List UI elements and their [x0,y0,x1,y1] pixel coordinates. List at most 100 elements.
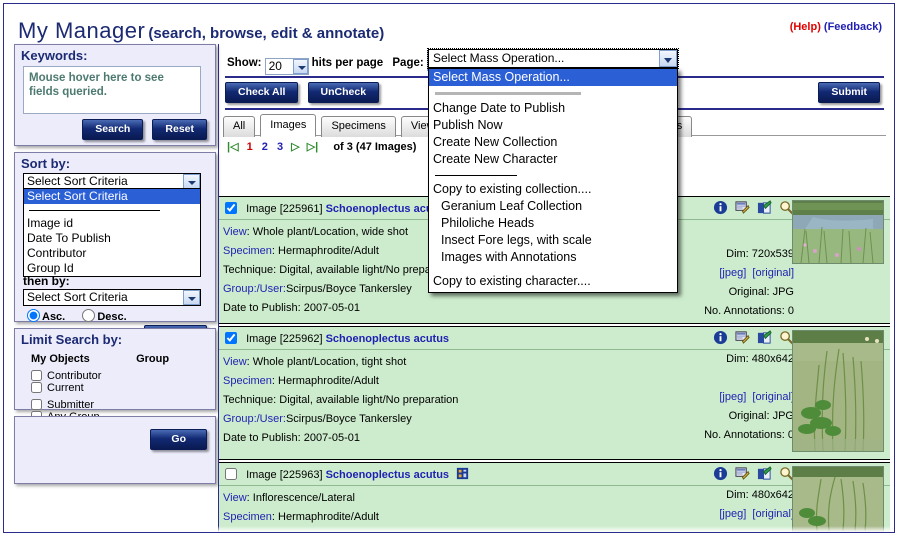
row-label: Image [225963] [246,469,322,481]
specimen-key: Specimen [223,375,272,387]
desc-radio[interactable] [82,309,95,322]
view-key: View [223,492,247,504]
feedback-link[interactable]: (Feedback) [824,21,882,33]
help-link[interactable]: (Help) [790,21,821,33]
tab-all[interactable]: All [223,116,255,137]
page-3[interactable]: 3 [277,141,283,153]
reset-button[interactable]: Reset [152,119,207,140]
current-check-cell[interactable]: Current [31,382,133,394]
specimen-key: Specimen [223,511,272,523]
annotate-book-icon[interactable] [757,330,772,345]
hits-per-page-select[interactable]: 20 [265,58,309,75]
annotate-book-icon[interactable] [757,466,772,481]
original-format: Original: JPG [644,407,794,426]
contributor-check-cell[interactable]: Contributor [31,370,133,382]
submit-button[interactable]: Submit [818,82,880,103]
sort-option-2[interactable]: Date To Publish [24,231,200,246]
mass-op-item-change-date[interactable]: Change Date to Publish [429,100,677,117]
species-link[interactable]: Schoenoplectus acutus [326,333,449,345]
species-detail-icon[interactable] [455,466,470,481]
specimen-value: Hermaphrodite/Adult [278,375,379,387]
keywords-input[interactable] [23,66,201,114]
mass-op-item-publish-now[interactable]: Publish Now [429,117,677,134]
sort-desc[interactable]: Desc. [82,311,126,323]
mass-op-item-create-collection[interactable]: Create New Collection [429,134,677,151]
specimen-value: Hermaphrodite/Adult [278,245,379,257]
last-page-icon[interactable]: ▷| [307,141,319,153]
first-page-icon[interactable]: |◁ [227,141,239,153]
mass-op-item-copy-character[interactable]: Copy to existing character.... [429,273,677,290]
uncheck-button[interactable]: UnCheck [308,82,380,103]
mass-operation-select[interactable]: Select Mass Operation... [428,49,678,68]
current-checkbox[interactable] [31,382,42,393]
show-label: Show: [227,57,262,69]
mass-op-item-annotations[interactable]: Images with Annotations [429,249,677,266]
annotation-count: No. Annotations: 0 [644,426,794,445]
sort-asc[interactable]: Asc. [27,311,65,323]
jpeg-link[interactable]: [jpeg] [719,391,746,403]
mass-op-item-copy-collection[interactable]: Copy to existing collection.... [429,181,677,198]
mass-operation-menu[interactable]: Select Mass Operation... Change Date to … [428,68,678,293]
asc-radio[interactable] [27,309,40,322]
row-meta: Dim: 480x642 [jpeg] [original] Original:… [644,350,794,445]
keywords-label: Keywords: [15,45,215,64]
thumbnail[interactable] [792,200,884,264]
sort-option-1[interactable]: Image id [24,216,200,231]
sort-select-options[interactable]: Select Sort Criteria Image id Date To Pu… [23,188,201,277]
chevron-down-icon[interactable] [293,59,308,74]
search-button[interactable]: Search [82,119,143,140]
sort-option-4[interactable]: Group Id [24,261,200,276]
jpeg-link[interactable]: [jpeg] [719,267,746,279]
mass-op-item-philoliche[interactable]: Philoliche Heads [429,215,677,232]
jpeg-link[interactable]: [jpeg] [719,508,746,520]
tab-images[interactable]: Images [260,114,316,137]
fade-bottom [4,526,894,532]
chevron-down-icon[interactable] [183,290,200,305]
next-page-icon[interactable]: ▷ [291,141,299,153]
original-link[interactable]: [original] [752,391,794,403]
info-icon[interactable] [713,330,728,345]
page-title: My Manager (search, browse, edit & annot… [18,18,384,44]
tab-specimens[interactable]: Specimens [321,116,395,137]
mass-op-item-create-character[interactable]: Create New Character [429,151,677,168]
row-body: View: Whole plant/Location, tight shot S… [219,350,890,452]
edit-form-icon[interactable] [735,330,750,345]
row-checkbox[interactable] [225,468,237,480]
view-key: View [223,226,247,238]
row-checkbox[interactable] [225,332,237,344]
chevron-down-icon[interactable] [659,50,677,67]
limit-go-button[interactable]: Go [150,429,207,450]
mass-op-item-geranium[interactable]: Geranium Leaf Collection [429,198,677,215]
row-label: Image [225962] [246,333,322,345]
mass-op-item-0[interactable]: Select Mass Operation... [429,69,677,86]
divider [29,210,160,211]
original-link[interactable]: [original] [752,267,794,279]
row-meta: Dim: 480x642 [jpeg] [original] [644,486,794,524]
then-by-select[interactable]: Select Sort Criteria [23,289,201,306]
submitter-checkbox[interactable] [31,399,42,410]
chevron-down-icon[interactable] [183,174,200,189]
row-checkbox[interactable] [225,202,237,214]
annotate-book-icon[interactable] [757,200,772,215]
mass-op-item-insect-legs[interactable]: Insect Fore legs, with scale [429,232,677,249]
my-objects-header: My Objects [31,353,133,365]
thumbnail[interactable] [792,466,884,532]
info-icon[interactable] [713,466,728,481]
sort-by-label: Sort by: [15,153,215,172]
sort-option-3[interactable]: Contributor [24,246,200,261]
download-links: [jpeg] [original] [644,388,794,407]
thumbnail[interactable] [792,330,884,452]
species-link[interactable]: Schoenoplectus acutus [326,469,449,481]
original-link[interactable]: [original] [752,508,794,520]
sort-option-0[interactable]: Select Sort Criteria [24,189,200,204]
info-icon[interactable] [713,200,728,215]
page-1[interactable]: 1 [247,141,253,153]
contributor-checkbox[interactable] [31,370,42,381]
check-all-button[interactable]: Check All [225,82,298,103]
page-2[interactable]: 2 [262,141,268,153]
submitter-check-cell[interactable]: Submitter [31,399,133,411]
row-header: Image [225962] Schoenoplectus acutus [219,327,890,349]
edit-form-icon[interactable] [735,200,750,215]
keywords-buttons: Search Reset [15,114,215,146]
edit-form-icon[interactable] [735,466,750,481]
